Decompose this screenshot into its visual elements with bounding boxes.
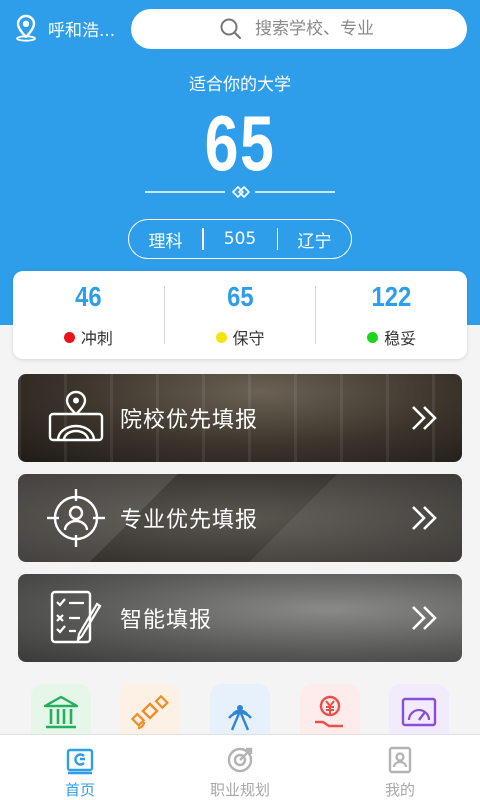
map-pin-icon — [16, 14, 36, 42]
province-label: 辽宁 — [297, 231, 332, 252]
gauge-board-icon — [401, 697, 437, 727]
stat-conservative[interactable]: 65 保守 — [165, 281, 316, 349]
stat-label: 稳妥 — [384, 329, 417, 348]
stat-value: 46 — [75, 281, 102, 312]
quick-item-institution[interactable] — [30, 684, 91, 736]
tab-label: 首页 — [64, 781, 95, 799]
stat-label: 保守 — [232, 329, 265, 348]
bottom-tab-bar: 首页 职业规划 我的 — [0, 734, 480, 800]
quick-item-signal[interactable] — [209, 684, 270, 736]
yuan-fee-icon — [314, 695, 343, 728]
stats-card: 46 冲刺 65 保守 122 稳妥 — [13, 271, 467, 359]
tab-mine[interactable]: 我的 — [320, 735, 480, 800]
double-chevron-right-icon — [412, 406, 437, 430]
recommend-count: 65 — [204, 99, 276, 187]
stat-safe[interactable]: 122 稳妥 — [316, 281, 467, 349]
score-label: 505 — [223, 229, 257, 249]
location-selector[interactable]: 呼和浩... — [12, 14, 115, 42]
smart-fill-card[interactable]: 智能填报 — [18, 574, 462, 662]
person-target-icon — [47, 489, 105, 547]
diamond-divider-icon — [145, 185, 335, 199]
stat-sprint[interactable]: 46 冲刺 — [13, 281, 164, 349]
red-dot-icon — [63, 331, 75, 343]
search-icon — [220, 18, 242, 40]
stat-value: 65 — [226, 281, 254, 312]
school-screen-icon — [48, 390, 104, 442]
yellow-dot-icon — [215, 331, 227, 343]
tab-home[interactable]: 首页 — [0, 735, 160, 800]
double-chevron-right-icon — [412, 506, 437, 530]
school-priority-card[interactable]: 院校优先填报 — [18, 374, 462, 462]
major-priority-card[interactable]: 专业优先填报 — [18, 474, 462, 562]
tab-label: 我的 — [384, 781, 415, 799]
stat-label: 冲刺 — [80, 329, 113, 348]
quick-access-row — [0, 684, 480, 736]
satellite-icon — [131, 694, 170, 730]
tab-career[interactable]: 职业规划 — [160, 735, 320, 800]
card-label: 专业优先填报 — [120, 508, 259, 533]
recommend-subtitle: 适合你的大学 — [189, 75, 291, 95]
exam-info-pill[interactable]: 理科 505 辽宁 — [128, 219, 352, 259]
subject-label: 理科 — [148, 231, 183, 252]
bank-building-icon — [43, 695, 78, 729]
card-label: 智能填报 — [120, 608, 213, 633]
location-label: 呼和浩... — [48, 20, 116, 41]
quick-item-satellite[interactable] — [120, 684, 181, 736]
tab-label: 职业规划 — [209, 781, 270, 799]
home-screen-icon — [66, 748, 94, 775]
card-label: 院校优先填报 — [120, 408, 259, 433]
search-input[interactable] — [255, 19, 455, 39]
quick-item-fee[interactable] — [299, 684, 360, 736]
signal-tower-icon — [228, 705, 252, 731]
double-chevron-right-icon — [412, 606, 437, 630]
search-bar[interactable] — [131, 9, 467, 49]
checklist-pen-icon — [50, 590, 102, 644]
target-arrow-icon — [227, 747, 253, 773]
quick-item-gauge[interactable] — [389, 684, 450, 736]
stat-value: 122 — [371, 281, 412, 312]
user-profile-icon — [388, 746, 412, 774]
green-dot-icon — [367, 331, 379, 343]
